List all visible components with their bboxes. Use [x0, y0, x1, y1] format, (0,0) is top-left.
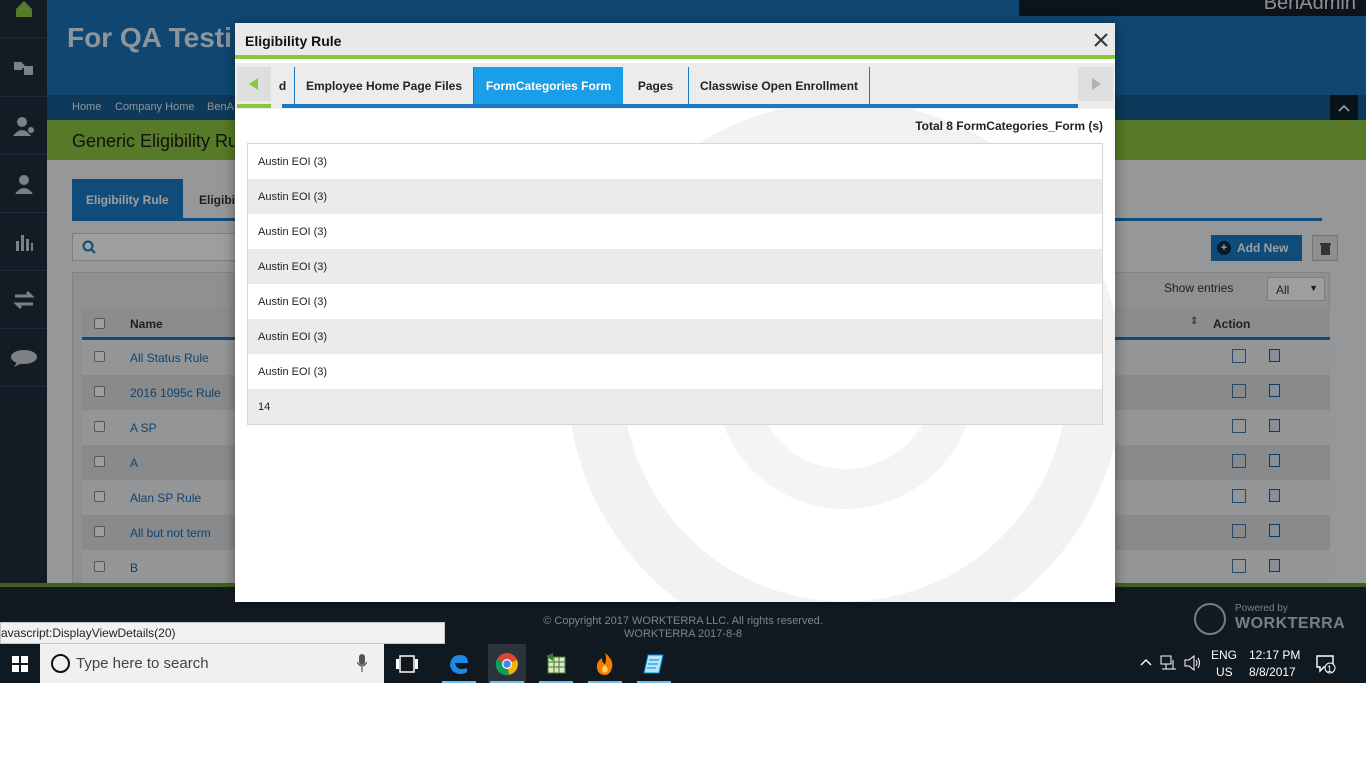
system-tray: ENG US 12:17 PM 8/8/2017 1 [1138, 644, 1358, 683]
cortana-icon [51, 654, 70, 673]
taskbar-chrome[interactable] [488, 644, 526, 683]
network-icon[interactable] [1160, 655, 1178, 671]
tab-scroll-right-button[interactable] [1078, 67, 1113, 101]
taskbar-spreadsheet-app[interactable] [537, 644, 575, 683]
list-item: Austin EOI (3) [248, 179, 1102, 214]
tab-employee-home-page-files[interactable]: Employee Home Page Files [295, 67, 474, 104]
taskbar-edge[interactable] [440, 644, 478, 683]
blank-area-below-screen [0, 683, 1366, 768]
notification-icon[interactable] [1316, 654, 1336, 674]
spreadsheet-icon [546, 652, 566, 673]
arrow-right-icon [1091, 78, 1101, 90]
list-item: Austin EOI (3) [248, 354, 1102, 389]
modal-title: Eligibility Rule [245, 33, 342, 49]
chevron-up-icon[interactable] [1140, 658, 1152, 666]
list-item: 14 [248, 389, 1102, 424]
windows-logo-icon [12, 655, 28, 672]
chrome-icon [495, 652, 518, 675]
modal-tab-strip: d Employee Home Page Files FormCategorie… [235, 63, 1115, 109]
browser-status-url: avascript:DisplayViewDetails(20) [0, 622, 445, 644]
keyboard-layout-indicator[interactable]: US [1216, 665, 1233, 679]
notification-count: 1 [1327, 664, 1333, 674]
eligibility-rule-modal: Eligibility Rule d Employee Home Page Fi… [235, 23, 1115, 602]
modal-body: Total 8 FormCategories_Form (s) Austin E… [235, 109, 1115, 602]
modal-header: Eligibility Rule [235, 23, 1115, 59]
tab-formcategories-form[interactable]: FormCategories Form [474, 67, 623, 104]
close-icon [1094, 33, 1108, 47]
taskbar-search-placeholder: Type here to search [76, 655, 209, 672]
list-item: Austin EOI (3) [248, 249, 1102, 284]
list-item: Austin EOI (3) [248, 284, 1102, 319]
clock-date[interactable]: 8/8/2017 [1249, 665, 1296, 679]
list-item: Austin EOI (3) [248, 214, 1102, 249]
edge-icon [450, 654, 468, 674]
form-list: Austin EOI (3) Austin EOI (3) Austin EOI… [247, 143, 1103, 425]
list-item: Austin EOI (3) [248, 144, 1102, 179]
microphone-icon[interactable] [357, 654, 367, 672]
taskbar-search-box[interactable]: Type here to search [40, 644, 384, 683]
list-item: Austin EOI (3) [248, 319, 1102, 354]
taskbar-flame-app[interactable] [586, 644, 624, 683]
tab-classwise-open-enrollment[interactable]: Classwise Open Enrollment [689, 67, 870, 104]
notes-icon [643, 654, 664, 673]
volume-icon[interactable] [1184, 655, 1202, 671]
total-count-text: Total 8 FormCategories_Form (s) [915, 119, 1103, 133]
language-indicator[interactable]: ENG [1211, 648, 1237, 662]
flame-icon [596, 652, 613, 675]
tab-underline [282, 104, 1078, 108]
task-view-icon[interactable] [396, 654, 418, 674]
taskbar-notes-app[interactable] [635, 644, 673, 683]
taskbar: Type here to search ENG US 12:17 PM 8/8/… [0, 644, 1358, 683]
arrow-left-icon [249, 78, 258, 90]
tab-pages[interactable]: Pages [623, 67, 689, 104]
start-button[interactable] [0, 644, 40, 683]
close-button[interactable] [1091, 30, 1111, 50]
clock-time[interactable]: 12:17 PM [1249, 648, 1300, 662]
tab-scroll-left-button[interactable] [237, 67, 271, 101]
tab-truncated[interactable]: d [271, 67, 295, 104]
tab-scroll-indicator [237, 104, 271, 108]
